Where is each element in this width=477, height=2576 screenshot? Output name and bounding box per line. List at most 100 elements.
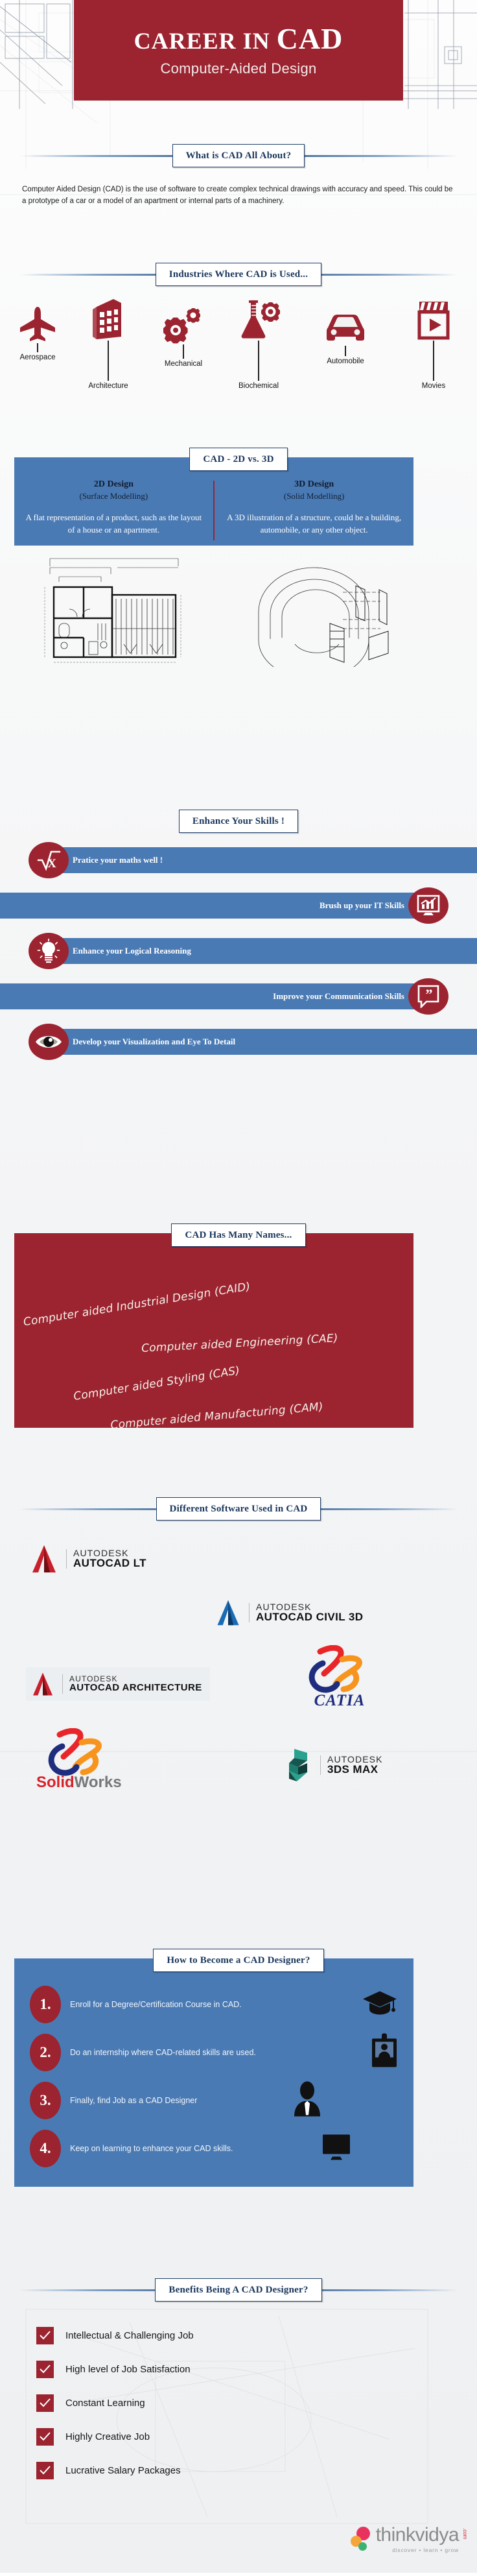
software-logo-solidworks[interactable]: SolidWorks <box>36 1728 122 1792</box>
what-is-cad-plaque: What is CAD All About? <box>172 144 305 167</box>
flask-gear-icon <box>223 298 294 341</box>
solidworks-works-text: Works <box>74 1774 122 1791</box>
benefit-item: Lucrative Salary Packages <box>36 2453 477 2487</box>
industry-label: Mechanical <box>164 360 203 368</box>
checkmark-icon <box>36 2461 54 2479</box>
how-to-step-3[interactable]: 3. Finally, find Job as a CAD Designer <box>14 2076 413 2125</box>
step-number: 4. <box>30 2130 61 2167</box>
checkmark-icon <box>36 2427 54 2446</box>
benefits-plaque: Benefits Being A CAD Designer? <box>155 2278 322 2302</box>
skill-item-logic[interactable]: Enhance your Logical Reasoning <box>0 933 477 969</box>
benefit-item: Highly Creative Job <box>36 2420 477 2453</box>
benefit-item: Intellectual & Challenging Job <box>36 2318 477 2352</box>
header-title-band: CAREER IN CAD Computer-Aided Design <box>74 0 403 101</box>
how-to-become-section: How to Become a CAD Designer? 1. Enroll … <box>0 1949 477 2187</box>
airplane-icon <box>2 300 73 343</box>
cad-name-caid: Computer aided Industrial Design (CAID) <box>22 1280 251 1329</box>
catia-wordmark: CATIA <box>314 1692 366 1709</box>
industry-label: Aerospace <box>19 354 56 361</box>
id-badge-icon <box>371 2033 398 2072</box>
brand-text: AUTODESK <box>327 1753 383 1764</box>
leader-line <box>433 341 434 381</box>
cad-2d-subtitle: (Surface Modelling) <box>79 491 148 501</box>
step-text: Do an internship where CAD-related skill… <box>70 2048 256 2057</box>
logo-separator <box>66 1549 67 1569</box>
autodesk-wordmark: AUTODESK AUTOCAD CIVIL 3D <box>256 1602 363 1624</box>
skill-label: Enhance your Logical Reasoning <box>73 946 191 956</box>
skill-item-visualization[interactable]: Develop your Visualization and Eye To De… <box>0 1024 477 1060</box>
dassault-3ds-icon <box>308 1645 362 1693</box>
industries-plaque: Industries Where CAD is Used... <box>155 263 322 286</box>
thinkvidya-wordmark: thinkvidya .com discover • learn • grow <box>375 2524 468 2554</box>
solidworks-block: SolidWorks <box>36 1728 122 1792</box>
software-plaque: Different Software Used in CAD <box>156 1497 321 1521</box>
software-logo-autocad-architecture[interactable]: AUTODESK AUTOCAD ARCHITECTURE <box>26 1667 210 1701</box>
skill-label: Pratice your maths well ! <box>73 855 163 865</box>
clapperboard-play-icon <box>398 298 469 341</box>
skill-item-maths[interactable]: X Pratice your maths well ! <box>0 842 477 878</box>
software-logo-autocad-lt[interactable]: AUTODESK AUTOCAD LT <box>29 1544 146 1574</box>
software-section: Different Software Used in CAD AUTODESK … <box>0 1497 477 1838</box>
skills-heading-wrap: Enhance Your Skills ! <box>0 810 477 833</box>
benefit-item: Constant Learning <box>36 2386 477 2420</box>
header-banner: CAREER IN CAD Computer-Aided Design <box>0 0 477 109</box>
software-logo-catia[interactable]: CATIA <box>305 1645 375 1710</box>
svg-text:”: ” <box>426 986 433 1002</box>
monitor-icon <box>321 2134 351 2164</box>
how-to-panel: 1. Enroll for a Degree/Certification Cou… <box>14 1958 413 2187</box>
skill-label: Improve your Communication Skills <box>273 991 404 1001</box>
autodesk-a-icon <box>217 1600 239 1626</box>
skills-list: X Pratice your maths well ! Brush up you… <box>0 842 477 1060</box>
benefit-label: High level of Job Satisfaction <box>65 2363 191 2375</box>
autodesk-3dsmax-icon <box>289 1749 307 1781</box>
benefits-list: Intellectual & Challenging Job High leve… <box>0 2318 477 2487</box>
square-root-x-icon: X <box>29 842 69 878</box>
benefit-label: Lucrative Salary Packages <box>65 2464 181 2476</box>
what-is-cad-heading-wrap: What is CAD All About? <box>0 144 477 167</box>
how-to-step-4[interactable]: 4. Keep on learning to enhance your CAD … <box>14 2125 413 2173</box>
dassault-3ds-icon <box>48 1728 102 1776</box>
software-heading-wrap: Different Software Used in CAD <box>0 1497 477 1521</box>
skills-plaque: Enhance Your Skills ! <box>178 810 299 833</box>
skills-heading: Enhance Your Skills ! <box>192 816 285 826</box>
how-to-step-1[interactable]: 1. Enroll for a Degree/Certification Cou… <box>14 1980 413 2028</box>
skill-item-communication[interactable]: ” Improve your Communication Skills <box>0 978 477 1015</box>
industry-biochemical: Biochemical <box>223 298 294 390</box>
industries-heading: Industries Where CAD is Used... <box>169 269 308 280</box>
three-d-structure-image <box>214 546 413 669</box>
brand-name: thinkvidya <box>375 2524 460 2546</box>
cad-2d3d-illustrations <box>14 546 413 669</box>
software-logo-3ds-max[interactable]: AUTODESK 3DS MAX <box>285 1748 383 1783</box>
cad-2d3d-heading: CAD - 2D vs. 3D <box>203 454 274 464</box>
software-logo-autocad-civil-3d[interactable]: AUTODESK AUTOCAD CIVIL 3D <box>214 1598 363 1627</box>
how-to-step-2[interactable]: 2. Do an internship where CAD-related sk… <box>14 2028 413 2076</box>
benefits-heading: Benefits Being A CAD Designer? <box>169 2285 308 2295</box>
industry-label: Biochemical <box>238 382 279 390</box>
car-icon <box>310 303 381 346</box>
many-names-heading-wrap: CAD Has Many Names... <box>0 1223 477 1247</box>
how-to-heading-wrap: How to Become a CAD Designer? <box>0 1949 477 1972</box>
step-number: 1. <box>30 1986 61 2023</box>
industry-label: Architecture <box>88 382 128 390</box>
cad-2d3d-heading-wrap: CAD - 2D vs. 3D <box>0 448 477 471</box>
businessman-icon <box>292 2081 323 2120</box>
logo-separator <box>249 1603 250 1622</box>
step-number: 2. <box>30 2034 61 2071</box>
lightbulb-icon <box>29 933 69 969</box>
quote-bubble-icon: ” <box>408 978 448 1015</box>
svg-text:X: X <box>47 857 56 871</box>
autodesk-a-icon <box>32 1545 56 1572</box>
thinkvidya-logo[interactable]: thinkvidya .com discover • learn • grow <box>350 2524 468 2554</box>
checkmark-icon <box>36 2326 54 2344</box>
industries-heading-wrap: Industries Where CAD is Used... <box>0 263 477 286</box>
product-text: AUTOCAD CIVIL 3D <box>256 1611 364 1624</box>
software-heading: Different Software Used in CAD <box>169 1504 308 1514</box>
skill-label: Brush up your IT Skills <box>319 900 404 910</box>
benefit-label: Highly Creative Job <box>65 2431 150 2442</box>
skill-item-it[interactable]: Brush up your IT Skills <box>0 887 477 924</box>
benefits-heading-wrap: Benefits Being A CAD Designer? <box>0 2278 477 2302</box>
cad-2d3d-columns: 2D Design (Surface Modelling) A flat rep… <box>14 479 413 546</box>
industries-icon-row: Aerospace Architecture Mechanical Bioche… <box>0 298 477 421</box>
graduation-cap-icon <box>362 1989 398 2021</box>
skills-section: Enhance Your Skills ! X Pratice your mat… <box>0 810 477 1060</box>
